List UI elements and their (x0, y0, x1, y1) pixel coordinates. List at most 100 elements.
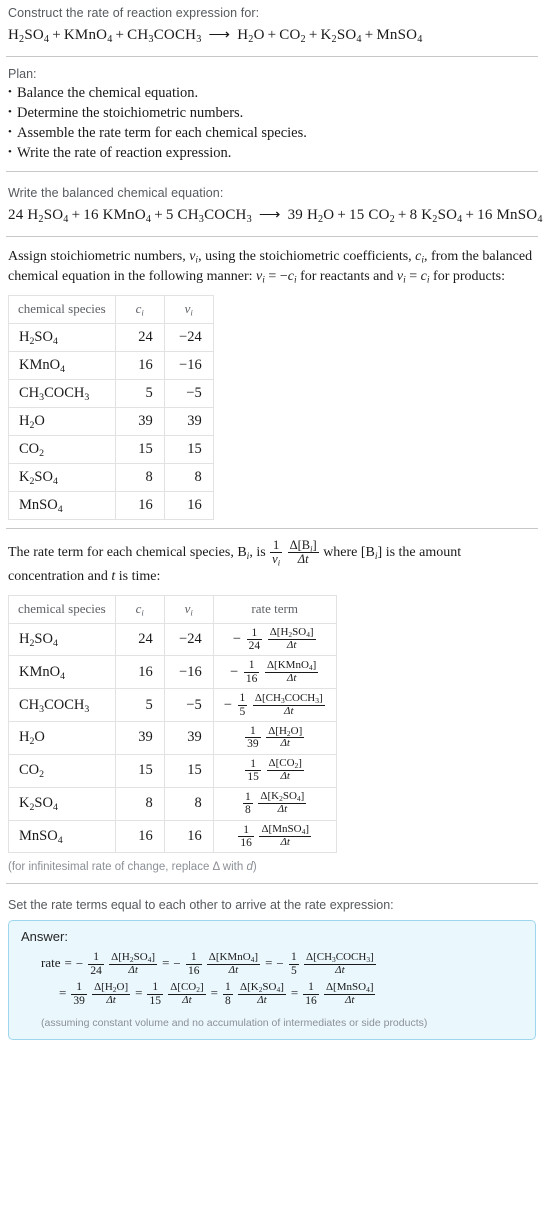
fraction-numerator: Δ[KMnO4] (208, 950, 259, 964)
fraction-denominator: Δt (304, 963, 376, 977)
cell-stoich-number: 8 (163, 786, 214, 821)
header-chemical-species: chemical species (8, 294, 116, 324)
table-row: CH3COCH3 5 −5 (8, 378, 214, 408)
plan-item-1: • Balance the chemical equation. (6, 83, 538, 103)
answer-label: Answer: (21, 929, 68, 945)
fraction-numerator: Δ[KMnO4] (266, 658, 317, 673)
fraction-denominator: 15 (245, 770, 261, 784)
plan-item-label: Assemble the rate term for each chemical… (17, 124, 307, 141)
fraction-numerator: Δ[CH3COCH3] (306, 950, 374, 964)
divider (6, 883, 538, 885)
table-row: KMnO4 16 −16 (8, 350, 214, 380)
fraction-numerator: Δ[K2SO4] (240, 980, 284, 994)
table-row: MnSO4 16 16 1 16 Δ[MnSO4] Δt (8, 819, 337, 854)
fraction: 1 16 (238, 824, 254, 850)
infinitesimal-footnote: (for infinitesimal rate of change, repla… (8, 861, 257, 874)
fraction: Δ[H2SO4] Δt (267, 626, 316, 652)
cell-species: H2O (8, 406, 116, 436)
table-row: KMnO4 16 −16− 1 16 Δ[KMnO4] Δt (8, 655, 337, 690)
coefficient: 8 (409, 207, 422, 223)
cell-stoich-number: 39 (163, 721, 214, 755)
fraction: Δ[CO2] Δt (266, 758, 304, 783)
fraction-denominator: 16 (303, 993, 319, 1007)
fraction: Δ[KMnO4] Δt (206, 950, 261, 977)
plus-operator: + (337, 207, 347, 223)
cell-species: KMnO4 (8, 655, 116, 690)
fraction-denominator: Δt (287, 552, 319, 567)
fraction-denominator: 24 (246, 639, 263, 653)
fraction-denominator: 16 (186, 963, 202, 977)
fraction-denominator: Δt (266, 737, 305, 750)
fraction-denominator: Δt (266, 770, 304, 783)
equals-sign: = (59, 985, 67, 1001)
table-header-row: chemical species ci νi (8, 294, 214, 324)
fraction-denominator: 16 (243, 671, 260, 685)
negative-sign: − (223, 696, 236, 713)
d-symbol: d (246, 861, 253, 874)
cell-stoich-number: −16 (163, 655, 214, 690)
answer-expression-line-1: rate = − 1 24 Δ[H2SO4] Δt = − 1 16 Δ[KMnO4] Δt = −… (41, 950, 525, 980)
rate-label: rate (41, 955, 61, 971)
plus-operator: + (154, 207, 163, 223)
table-row: CO2 15 15 1 15 Δ[CO2] Δt (8, 753, 337, 788)
table-row: CH3COCH3 5 −5− 15 Δ[CH3COCH3] Δt (8, 688, 337, 723)
fraction-numerator: 1 (251, 626, 258, 639)
cell-coefficient: 24 (114, 622, 165, 657)
equals-sign: = (162, 955, 170, 971)
stoichiometric-table: chemical species ci νi H2SO4 24 −24 KMnO4 16… (8, 294, 214, 520)
cell-coefficient: 39 (114, 721, 165, 755)
cell-species: MnSO4 (8, 819, 116, 854)
plus-operator: + (308, 27, 318, 43)
table-row: CO2 15 15 (8, 434, 214, 464)
plan-item-2: • Determine the stoichiometric numbers. (6, 103, 538, 123)
fraction: 1 15 (245, 758, 261, 784)
set-rate-prompt: Set the rate terms equal to each other t… (8, 898, 394, 913)
fraction: 15 (289, 951, 299, 977)
fraction: 1 16 (303, 981, 319, 1007)
fraction-denominator: Δt (267, 639, 316, 652)
plus-operator: + (71, 207, 81, 223)
cell-coefficient: 39 (114, 406, 165, 436)
cell-species: K2SO4 (8, 786, 116, 821)
fraction: 1 39 (245, 725, 261, 751)
equals-sign: = (265, 955, 273, 971)
fraction: Δ[CH3COCH3] Δt (252, 692, 325, 718)
equals-sign: = (135, 985, 143, 1001)
cell-species: H2O (8, 721, 116, 755)
fraction-denominator: Δt (252, 704, 325, 718)
fraction-denominator: Δt (168, 993, 206, 1007)
cell-species: CO2 (8, 753, 116, 788)
cell-coefficient: 5 (114, 688, 165, 723)
unbalanced-equation: H2SO4 + KMnO4 + CH3COCH3 ⟶ H2O + CO2 + K2SO4 + MnSO4 (6, 22, 538, 48)
reaction-arrow: ⟶ (258, 207, 281, 223)
fraction-numerator: 1 (152, 981, 159, 994)
coefficient: 5 (165, 207, 178, 223)
cell-stoich-number: −24 (163, 322, 214, 352)
fraction-denominator: νi (270, 552, 283, 568)
equals-sign: = (210, 985, 218, 1001)
fraction-numerator: 1 (308, 981, 314, 994)
cell-species: CO2 (8, 434, 116, 464)
species-KMnO4: KMnO4 (63, 27, 113, 45)
fraction-numerator: 1 (248, 659, 255, 672)
cell-coefficient: 15 (114, 753, 165, 788)
fraction-denominator: 39 (71, 993, 87, 1007)
negative-sign: − (230, 663, 242, 680)
fraction-numerator: 1 (243, 823, 249, 836)
coefficient: 39 (287, 207, 307, 223)
fraction: Δ[Bi] Δt (287, 538, 319, 567)
bullet-icon: • (8, 145, 12, 158)
cell-species: KMnO4 (8, 350, 116, 380)
cell-species: H2SO4 (8, 322, 116, 352)
fraction-numerator: Δ[K2SO4] (260, 790, 305, 804)
cell-coefficient: 16 (114, 350, 165, 380)
fraction-denominator: Δt (206, 963, 261, 977)
header-c-i: ci (114, 594, 165, 624)
fraction-numerator: 1 (249, 725, 256, 738)
fraction-numerator: 1 (291, 951, 297, 964)
table-row: K2SO4 8 8 1 8 Δ[K2SO4] Δt (8, 786, 337, 821)
plus-operator: + (115, 27, 125, 43)
cell-species: H2SO4 (8, 622, 116, 657)
cell-coefficient: 8 (114, 786, 165, 821)
cell-stoich-number: 39 (163, 406, 214, 436)
